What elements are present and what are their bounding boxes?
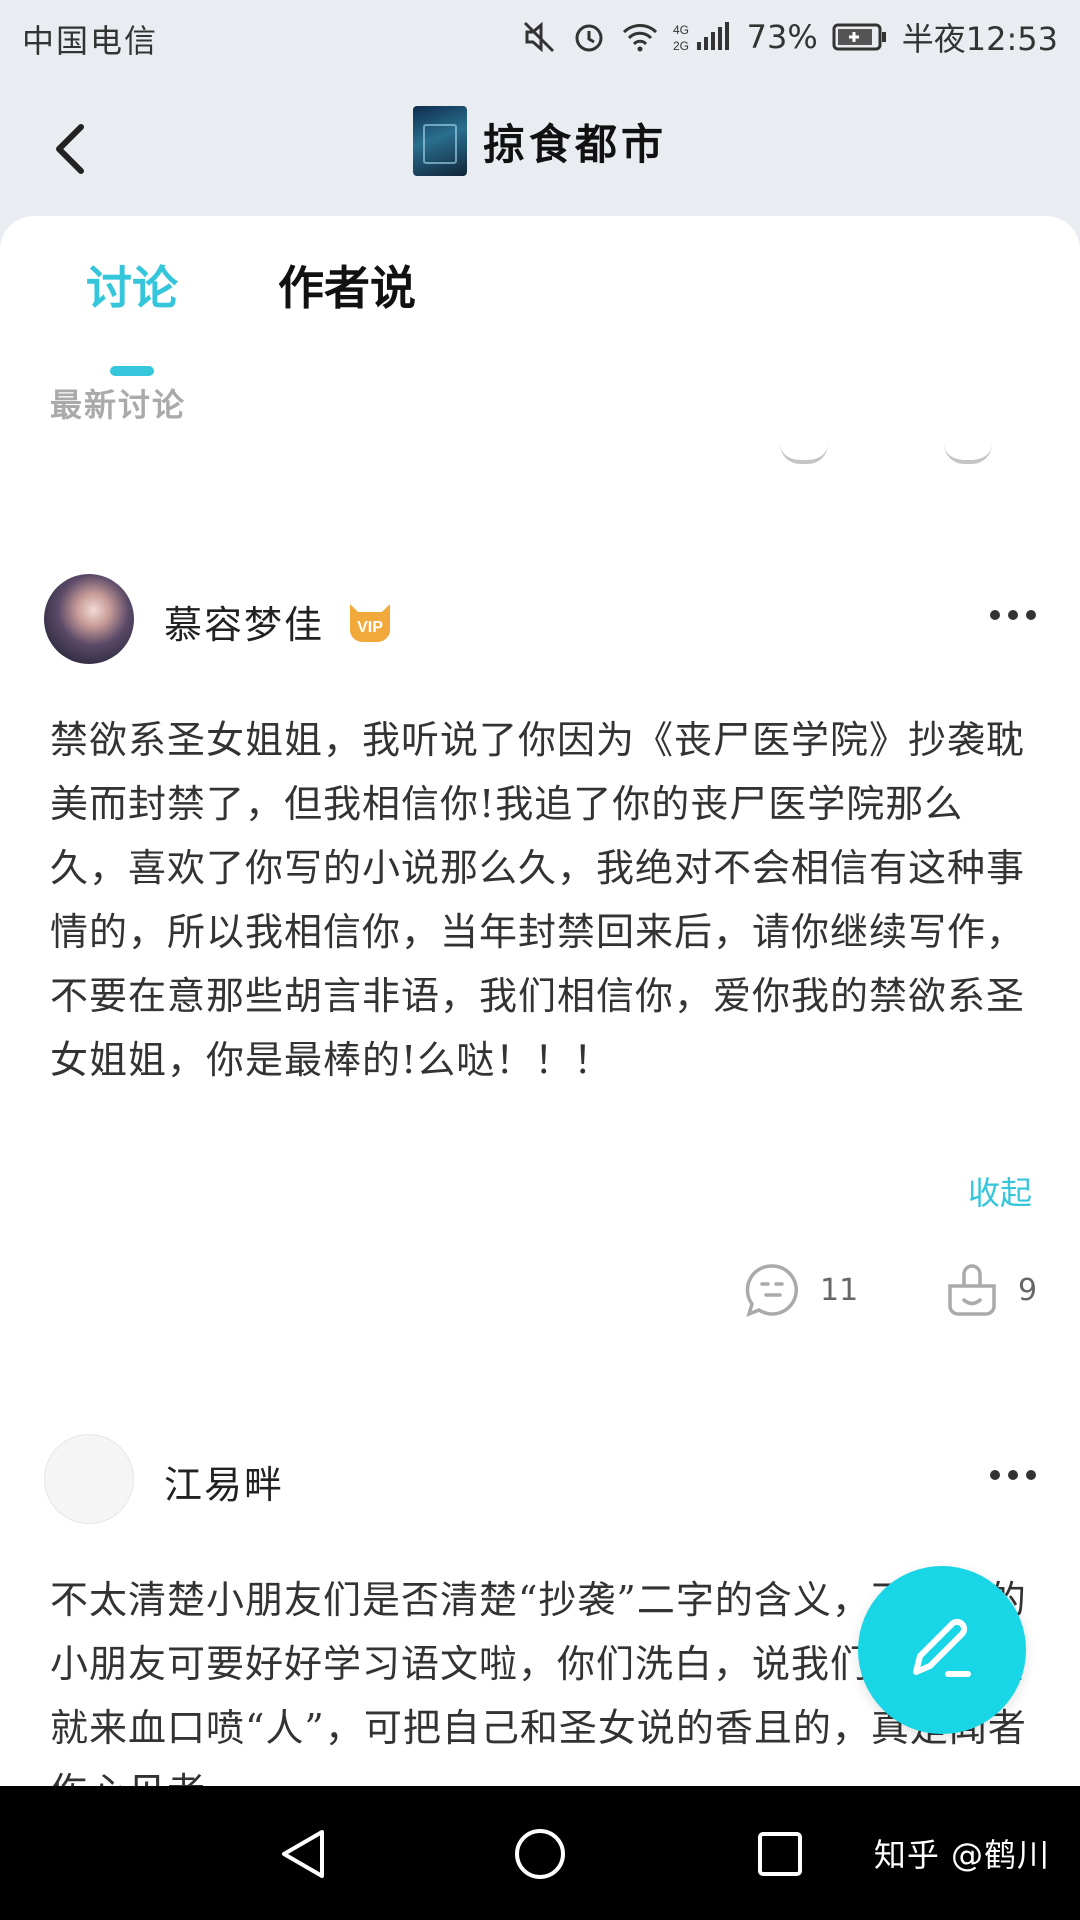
vip-label: VIP [357, 619, 383, 636]
dot [990, 610, 1000, 620]
tab-indicator [110, 366, 154, 376]
section-label: 最新讨论 [50, 386, 187, 424]
alarm-icon [575, 24, 603, 52]
like-button[interactable]: 9 [944, 1262, 1037, 1318]
battery-icon [832, 23, 886, 51]
discussion-card: 讨论 作者说 最新讨论 慕容梦佳 VIP 禁欲系圣女姐姐，我听说了你因为《丧尸医… [0, 216, 1080, 1786]
comment-icon [745, 1264, 798, 1317]
more-options-button[interactable] [990, 1470, 1036, 1480]
username[interactable]: 慕容梦佳 [164, 594, 324, 649]
comment-icon-partial [780, 438, 828, 464]
post-actions: 11 9 [0, 1262, 1080, 1322]
tab-discussion[interactable]: 讨论 [86, 252, 178, 318]
status-bar: 中国电信 4G 2G 73% 半夜12:53 [0, 0, 1080, 76]
previous-post-actions [0, 438, 1080, 468]
collapse-button[interactable]: 收起 [968, 1168, 1032, 1214]
signal-icon: 4G 2G [673, 22, 729, 53]
triangle-back-icon [282, 1830, 324, 1878]
dot [1026, 610, 1036, 620]
nav-home-button[interactable] [508, 1822, 572, 1886]
avatar[interactable] [44, 1434, 134, 1524]
more-options-button[interactable] [990, 610, 1036, 620]
tab-bar: 讨论 作者说 [0, 252, 1080, 376]
comment-count: 11 [820, 1272, 859, 1308]
mute-icon [523, 21, 554, 53]
dot [1008, 1470, 1018, 1480]
username[interactable]: 江易畔 [164, 1454, 284, 1509]
post-body: 禁欲系圣女姐姐，我听说了你因为《丧尸医学院》抄袭耽美而封禁了，但我相信你!我追了… [50, 718, 1026, 1082]
svg-text:4G: 4G [673, 23, 689, 37]
compose-fab[interactable] [858, 1566, 1026, 1734]
tab-author-says[interactable]: 作者说 [278, 252, 416, 318]
nav-back-button[interactable] [270, 1822, 334, 1886]
svg-text:2G: 2G [673, 39, 689, 53]
pencil-icon [913, 1618, 971, 1677]
vip-badge-icon: VIP [350, 604, 390, 642]
like-count: 9 [1018, 1272, 1038, 1308]
carrier-label: 中国电信 [22, 22, 159, 60]
post-header: 慕容梦佳 VIP [0, 574, 1080, 674]
title-group[interactable]: 掠食都市 [0, 106, 1080, 176]
watermark-text: 知乎 @鹤川 [873, 1836, 1050, 1874]
square-recents-icon [758, 1832, 802, 1876]
wifi-icon [622, 24, 657, 52]
avatar[interactable] [44, 574, 134, 664]
app-header: 掠食都市 [0, 76, 1080, 216]
circle-home-icon [515, 1829, 565, 1879]
dot [1026, 1470, 1036, 1480]
book-cover-image [412, 106, 467, 176]
status-time: 半夜12:53 [901, 20, 1058, 58]
comment-button[interactable]: 11 [744, 1262, 858, 1318]
post-header: 江易畔 [0, 1434, 1080, 1534]
status-icons: 4G 2G 73% 半夜12:53 [521, 14, 1058, 60]
like-icon-partial [944, 438, 992, 464]
book-title: 掠食都市 [482, 119, 667, 169]
battery-percent: 73% [746, 18, 818, 56]
dot [990, 1470, 1000, 1480]
nav-recents-button[interactable] [748, 1822, 812, 1886]
like-icon [948, 1264, 996, 1316]
system-nav-bar: 知乎 @鹤川 [0, 1786, 1080, 1920]
dot [1008, 610, 1018, 620]
